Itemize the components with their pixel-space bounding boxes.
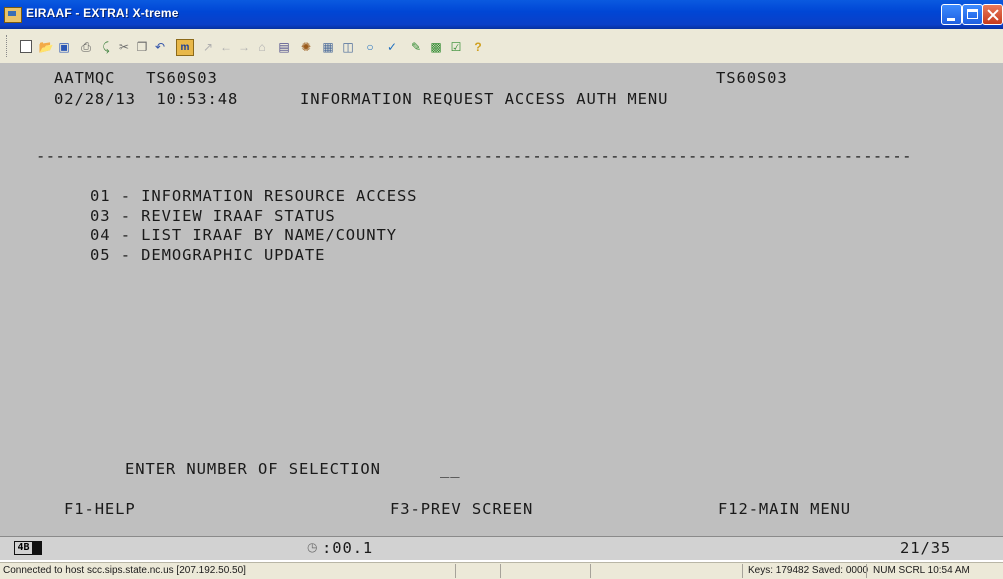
status-bar: Connected to host scc.sips.state.nc.us [… bbox=[0, 562, 1003, 579]
tile-icon[interactable]: ▩ bbox=[428, 39, 444, 54]
menu-option: 04 - LIST IRAAF BY NAME/COUNTY bbox=[90, 226, 397, 244]
screen-id-header: AATMQC TS60S03 bbox=[54, 69, 218, 87]
record-icon[interactable]: ○ bbox=[362, 39, 378, 54]
back-icon[interactable]: ← bbox=[218, 39, 234, 54]
datetime-stamp: 02/28/13 10:53:48 bbox=[54, 90, 239, 108]
screen-id-right: TS60S03 bbox=[716, 69, 788, 87]
separator-line: ----------------------------------------… bbox=[36, 147, 912, 165]
app-icon[interactable] bbox=[4, 7, 22, 23]
copy-icon[interactable]: ❐ bbox=[134, 39, 150, 54]
cursor-position: 21/35 bbox=[900, 539, 952, 557]
session-indicator-block: 4B bbox=[14, 541, 42, 555]
save-icon[interactable]: ▣ bbox=[56, 39, 72, 54]
operator-information-area: 4B ◷ :00.1 21/35 bbox=[0, 537, 1003, 560]
undo-icon[interactable]: ↶ bbox=[152, 39, 168, 54]
selection-input[interactable]: __ bbox=[440, 460, 460, 478]
session-indicator: 4B bbox=[14, 541, 33, 555]
close-button[interactable] bbox=[982, 4, 1003, 25]
cut-icon[interactable]: ✂ bbox=[116, 39, 132, 54]
tools-icon[interactable]: ✺ bbox=[298, 39, 314, 54]
menu-option: 03 - REVIEW IRAAF STATUS bbox=[90, 207, 336, 225]
status-pane-divider bbox=[590, 564, 591, 578]
print-icon[interactable]: ⎙ bbox=[78, 39, 94, 54]
f1-help-key[interactable]: F1-HELP bbox=[64, 500, 136, 518]
status-pane-divider bbox=[742, 564, 743, 578]
print-screen-icon[interactable]: ◫ bbox=[340, 39, 356, 54]
menu-option: 05 - DEMOGRAPHIC UPDATE bbox=[90, 246, 326, 264]
sessions-icon[interactable]: ▤ bbox=[276, 39, 292, 54]
f3-prev-screen-key[interactable]: F3-PREV SCREEN bbox=[390, 500, 533, 518]
session-icon[interactable]: ☑ bbox=[448, 39, 464, 54]
transfer-icon[interactable]: ⤹ bbox=[98, 39, 114, 54]
link-icon[interactable]: ↗ bbox=[200, 39, 216, 54]
elapsed-timer: :00.1 bbox=[322, 539, 374, 557]
status-pane-divider bbox=[500, 564, 501, 578]
new-icon[interactable] bbox=[18, 39, 34, 54]
help-icon[interactable]: ? bbox=[470, 39, 486, 54]
status-pane-divider bbox=[866, 564, 867, 578]
menu-title: INFORMATION REQUEST ACCESS AUTH MENU bbox=[300, 90, 669, 108]
forward-icon[interactable]: → bbox=[236, 39, 252, 54]
connection-status: Connected to host scc.sips.state.nc.us [… bbox=[3, 565, 246, 576]
keyboard-indicators: NUM SCRL 10:54 AM bbox=[873, 565, 970, 576]
macro-icon[interactable]: m bbox=[176, 39, 194, 56]
settings-icon[interactable]: ✓ bbox=[384, 39, 400, 54]
status-pane-divider bbox=[455, 564, 456, 578]
minimize-button[interactable] bbox=[941, 4, 962, 25]
toolbar: 📂 ▣ ⎙ ⤹ ✂ ❐ ↶ m ↗ ← → ⌂ ▤ ✺ ▦ ◫ ○ ✓ ✎ ▩ … bbox=[0, 29, 1003, 64]
maximize-button[interactable] bbox=[962, 4, 983, 25]
copy-screen-icon[interactable]: ▦ bbox=[320, 39, 336, 54]
window-title: EIRAAF - EXTRA! X-treme bbox=[26, 6, 179, 20]
home-icon[interactable]: ⌂ bbox=[254, 39, 270, 54]
clock-icon: ◷ bbox=[307, 540, 318, 554]
f12-main-menu-key[interactable]: F12-MAIN MENU bbox=[718, 500, 851, 518]
window-title-bar[interactable]: EIRAAF - EXTRA! X-treme bbox=[0, 0, 1003, 29]
keys-saved-counter: Keys: 179482 Saved: 0000 bbox=[748, 565, 869, 576]
selection-prompt: ENTER NUMBER OF SELECTION bbox=[125, 460, 381, 478]
edit-icon[interactable]: ✎ bbox=[408, 39, 424, 54]
open-icon[interactable]: 📂 bbox=[38, 39, 54, 54]
menu-option: 01 - INFORMATION RESOURCE ACCESS bbox=[90, 187, 418, 205]
toolbar-grip[interactable] bbox=[6, 35, 10, 57]
terminal-screen[interactable]: AATMQC TS60S03 TS60S03 02/28/13 10:53:48… bbox=[0, 63, 1003, 560]
